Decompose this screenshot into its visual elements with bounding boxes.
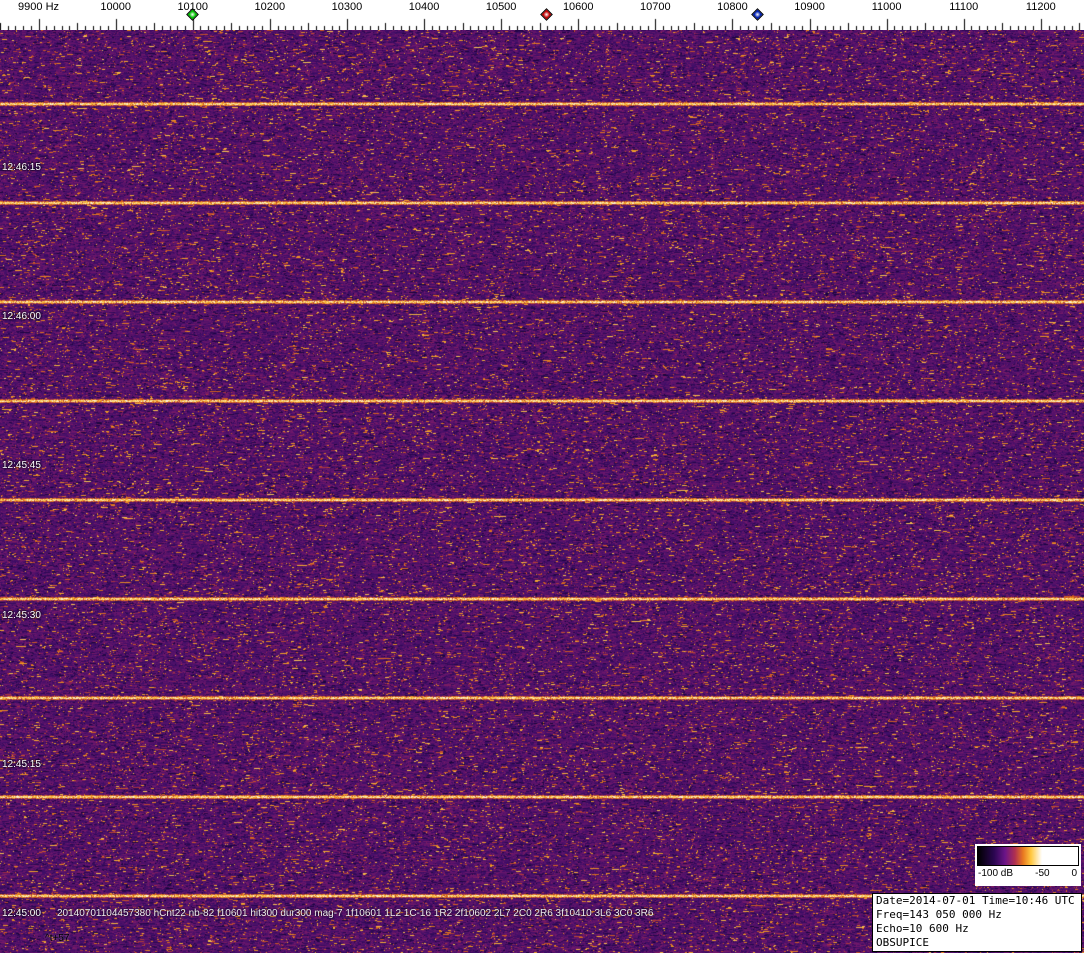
ruler-tick-label: 10200 — [255, 1, 286, 13]
ruler-tick-label: 10000 — [100, 1, 131, 13]
ruler-tick-label: 10800 — [717, 1, 748, 13]
detection-status-line: 20140701104457380 hCnt22 nb-82 f10601 hi… — [57, 908, 653, 919]
info-line-frequency: Freq=143 050 000 Hz — [876, 908, 1078, 922]
ruler-tick-label: 9900 Hz — [18, 1, 59, 13]
info-line-datetime: Date=2014-07-01 Time=10:46 UTC — [876, 894, 1078, 908]
time-label: 12:45:45 — [2, 460, 41, 471]
cursor-readout: ^t+57 — [45, 933, 69, 944]
time-label: 12:45:00 — [2, 908, 41, 919]
time-label: 12:45:30 — [2, 610, 41, 621]
time-label: 12:46:15 — [2, 162, 41, 173]
ruler-tick-label: 10600 — [563, 1, 594, 13]
ruler-tick-label: 10700 — [640, 1, 671, 13]
time-label: 12:45:15 — [2, 759, 41, 770]
amplitude-colorbar: -100 dB -50 0 — [975, 844, 1081, 886]
time-label: 12:46:00 — [2, 311, 41, 322]
ruler-tick-label: 10400 — [409, 1, 440, 13]
frequency-ruler[interactable]: 9900 Hz 10000 10100 10200 10300 10400 10500 106… — [0, 0, 1084, 30]
ruler-tick-label: 10900 — [794, 1, 825, 13]
ruler-tick-label: 10500 — [486, 1, 517, 13]
ruler-tick-label: 11100 — [949, 1, 978, 13]
ruler-tick-label: 11200 — [1026, 1, 1056, 13]
colorbar-labels: -100 dB -50 0 — [977, 866, 1079, 882]
colorbar-label-min: -100 dB — [978, 868, 1013, 879]
spectrogram-window: 9900 Hz 10000 10100 10200 10300 10400 10500 106… — [0, 0, 1084, 953]
colorbar-gradient — [977, 846, 1079, 866]
ruler-tick-label: 10300 — [332, 1, 363, 13]
ruler-tick-label: 11000 — [872, 1, 902, 13]
info-line-echo: Echo=10 600 Hz — [876, 922, 1078, 936]
waterfall-area[interactable]: 12:46:15 12:46:00 12:45:45 12:45:30 12:45:15… — [0, 30, 1084, 953]
waterfall-canvas[interactable] — [0, 30, 1084, 953]
info-box: Date=2014-07-01 Time=10:46 UTC Freq=143 … — [872, 893, 1082, 952]
colorbar-label-max: 0 — [1071, 868, 1077, 879]
colorbar-label-mid: -50 — [1035, 868, 1049, 879]
info-line-station: OBSUPICE — [876, 936, 1078, 950]
